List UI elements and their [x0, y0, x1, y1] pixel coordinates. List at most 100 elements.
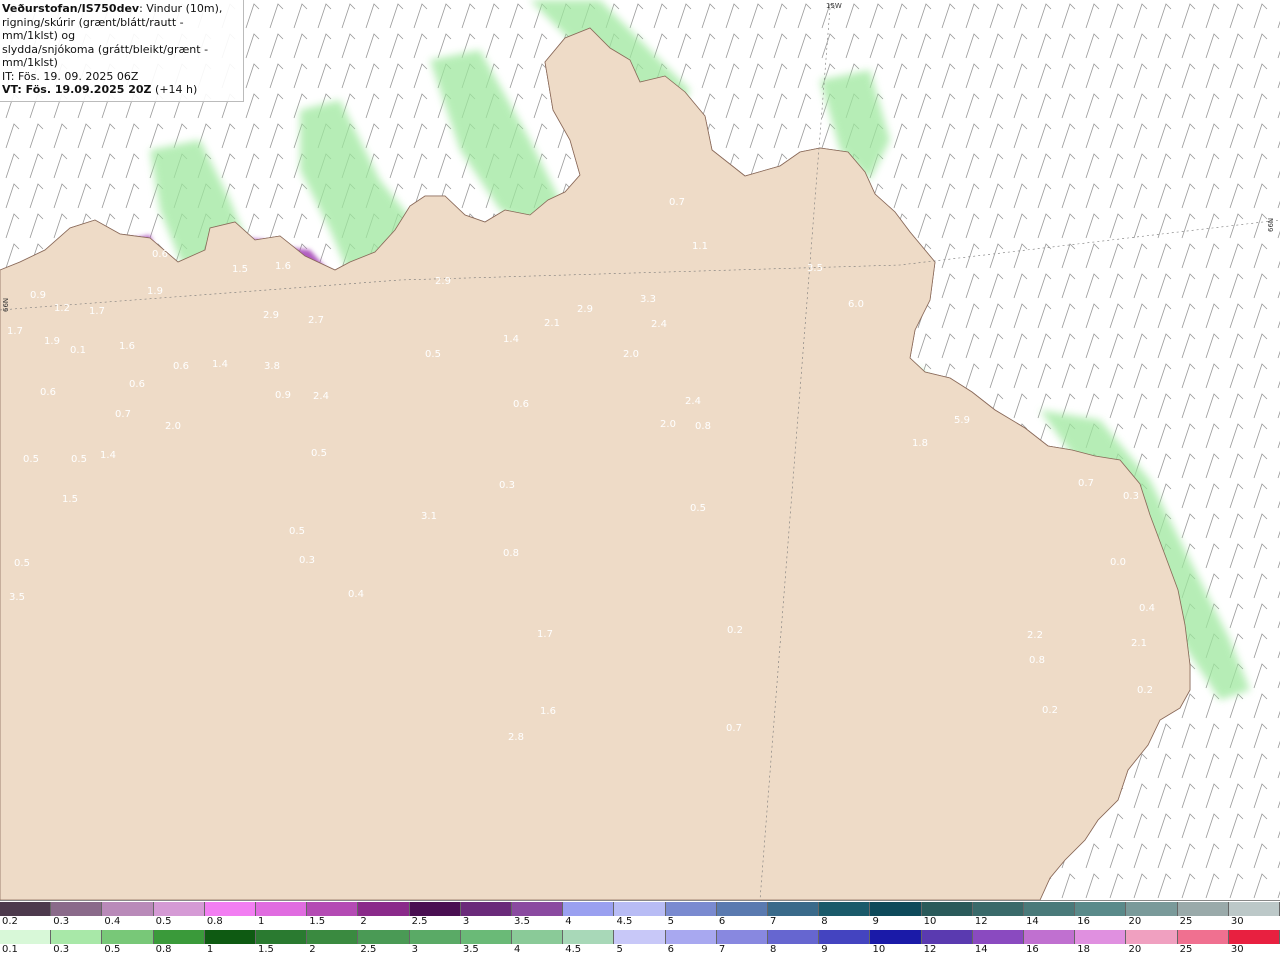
- legend-labels-rain: 0.1 0.3 0.5 0.8 1 1.5 2 2.5 3 3.5 4 4.5 5 6 7 8 9 10 12 14 1…: [0, 944, 1280, 958]
- precip-value-label: 0.5: [23, 454, 39, 465]
- precip-value-label: 1.1: [692, 241, 708, 252]
- info-line-4: IT: Fös. 19. 09. 2025 06Z: [2, 69, 139, 83]
- snow-label: 0.3: [53, 916, 70, 927]
- color-legend: 0.2 0.3 0.4 0.5 0.8 1 1.5 2 2.5 3 3.5 4 4.5 5 6 7 8 9 10 12…: [0, 900, 1280, 959]
- rain-swatch: [51, 930, 103, 944]
- precip-value-label: 0.2: [1137, 685, 1153, 696]
- precip-value-label: 0.1: [70, 345, 86, 356]
- precip-value-label: 0.5: [690, 503, 706, 514]
- precip-value-label: 0.6: [129, 379, 145, 390]
- snow-label: 16: [1077, 916, 1090, 927]
- snow-swatch: [512, 902, 564, 916]
- precip-value-label: 0.9: [275, 390, 291, 401]
- snow-label: 7: [770, 916, 777, 927]
- precip-value-label: 0.2: [727, 625, 743, 636]
- coord-label-left: 66N: [2, 298, 10, 312]
- snow-label: 3: [462, 916, 470, 927]
- precip-value-label: 1.4: [503, 334, 519, 345]
- precip-value-label: 0.6: [513, 399, 529, 410]
- precip-value-label: 1.7: [537, 629, 553, 640]
- rain-swatch: [358, 930, 410, 944]
- snow-swatch: [921, 902, 973, 916]
- snow-swatch: [972, 902, 1025, 916]
- precip-value-label: 0.5: [71, 454, 87, 465]
- snow-swatch: [0, 902, 52, 916]
- snow-swatch: [204, 902, 257, 916]
- rain-label: 5: [616, 944, 623, 955]
- precip-value-label: 3.5: [807, 263, 823, 274]
- snow-label: 6: [718, 916, 726, 927]
- rain-swatch: [256, 930, 308, 944]
- precip-value-label: 1.7: [7, 326, 23, 337]
- precip-value-label: 0.5: [311, 448, 327, 459]
- precip-value-label: 1.2: [54, 303, 70, 314]
- snow-label: 2: [360, 916, 367, 927]
- snow-label: 3.5: [514, 916, 530, 927]
- rain-label: 0.8: [155, 944, 172, 955]
- rain-label: 0.5: [104, 944, 121, 955]
- snow-label: 0.4: [104, 916, 121, 927]
- rain-label: 1: [206, 944, 214, 955]
- model-name: Veðurstofan/IS750dev: [2, 2, 140, 15]
- rain-swatch: [0, 930, 52, 944]
- precip-value-label: 3.3: [640, 294, 656, 305]
- info-line-1: Veðurstofan/IS750dev: Vindur (10m),: [2, 2, 240, 16]
- snow-label: 9: [872, 916, 879, 927]
- precip-value-label: 1.4: [212, 359, 228, 370]
- rain-swatch: [153, 930, 205, 944]
- precip-value-label: 2.4: [651, 319, 667, 330]
- precip-value-label: 0.6: [40, 387, 56, 398]
- info-line-3: slydda/snjókoma (grátt/bleikt/grænt - mm…: [2, 42, 209, 70]
- snow-label: 2.5: [411, 916, 428, 927]
- precip-value-label: 2.0: [660, 419, 676, 430]
- precip-value-label: 2.8: [508, 732, 524, 743]
- snow-label: 5: [667, 916, 675, 927]
- precip-value-label: 2.4: [313, 391, 329, 402]
- precip-value-label: 0.0: [1110, 557, 1126, 568]
- snow-swatch: [716, 902, 769, 916]
- snow-swatch: [1177, 902, 1229, 916]
- rain-label: 3.5: [462, 944, 479, 955]
- precip-value-label: 1.7: [89, 306, 105, 317]
- rain-label: 7: [718, 944, 726, 955]
- snow-swatch: [870, 902, 922, 916]
- valid-time: VT: Fös. 19.09.2025 20Z: [2, 83, 152, 96]
- rain-label: 9: [821, 944, 828, 955]
- precip-value-label: 2.9: [263, 310, 279, 321]
- rain-swatch: [460, 930, 513, 944]
- precip-value-label: 3.5: [9, 592, 25, 603]
- precip-value-label: 0.5: [14, 558, 30, 569]
- precip-value-label: 0.8: [1029, 655, 1045, 666]
- forecast-map[interactable]: 15W 66N 66N 0.9 1.2 1.7 1.9 0.1 1.7 1.6 0.6 0.6 0…: [0, 0, 1280, 900]
- snow-swatch: [768, 902, 820, 916]
- precip-value-label: 0.3: [1123, 491, 1139, 502]
- rain-swatch: [665, 930, 717, 944]
- snow-swatch: [102, 902, 154, 916]
- rain-swatch: [1075, 930, 1127, 944]
- rain-swatch: [1177, 930, 1229, 944]
- snow-label: 12: [974, 916, 988, 927]
- rain-swatch: [716, 930, 769, 944]
- rain-label: 2: [309, 944, 316, 955]
- rain-swatch: [563, 930, 615, 944]
- precip-value-label: 0.7: [726, 723, 742, 734]
- info-box: Veðurstofan/IS750dev: Vindur (10m), rign…: [0, 0, 244, 102]
- rain-swatch: [819, 930, 871, 944]
- snow-label: 4: [565, 916, 572, 927]
- snow-label: 10: [923, 916, 937, 927]
- snow-swatch: [614, 902, 666, 916]
- snow-swatch: [819, 902, 871, 916]
- rain-swatch: [870, 930, 922, 944]
- precip-value-label: 1.5: [62, 494, 78, 505]
- rain-swatch: [1126, 930, 1178, 944]
- precip-value-label: 1.6: [540, 706, 556, 717]
- snow-label: 1: [258, 916, 265, 927]
- snow-swatch: [1228, 902, 1280, 916]
- precip-value-label: 2.2: [1027, 630, 1043, 641]
- rain-swatch: [409, 930, 461, 944]
- precip-value-label: 2.1: [544, 318, 560, 329]
- precip-value-label: 1.5: [232, 264, 248, 275]
- rain-swatch: [1228, 930, 1280, 944]
- precip-value-label: 2.9: [435, 276, 451, 287]
- rain-label: 1.5: [258, 944, 274, 955]
